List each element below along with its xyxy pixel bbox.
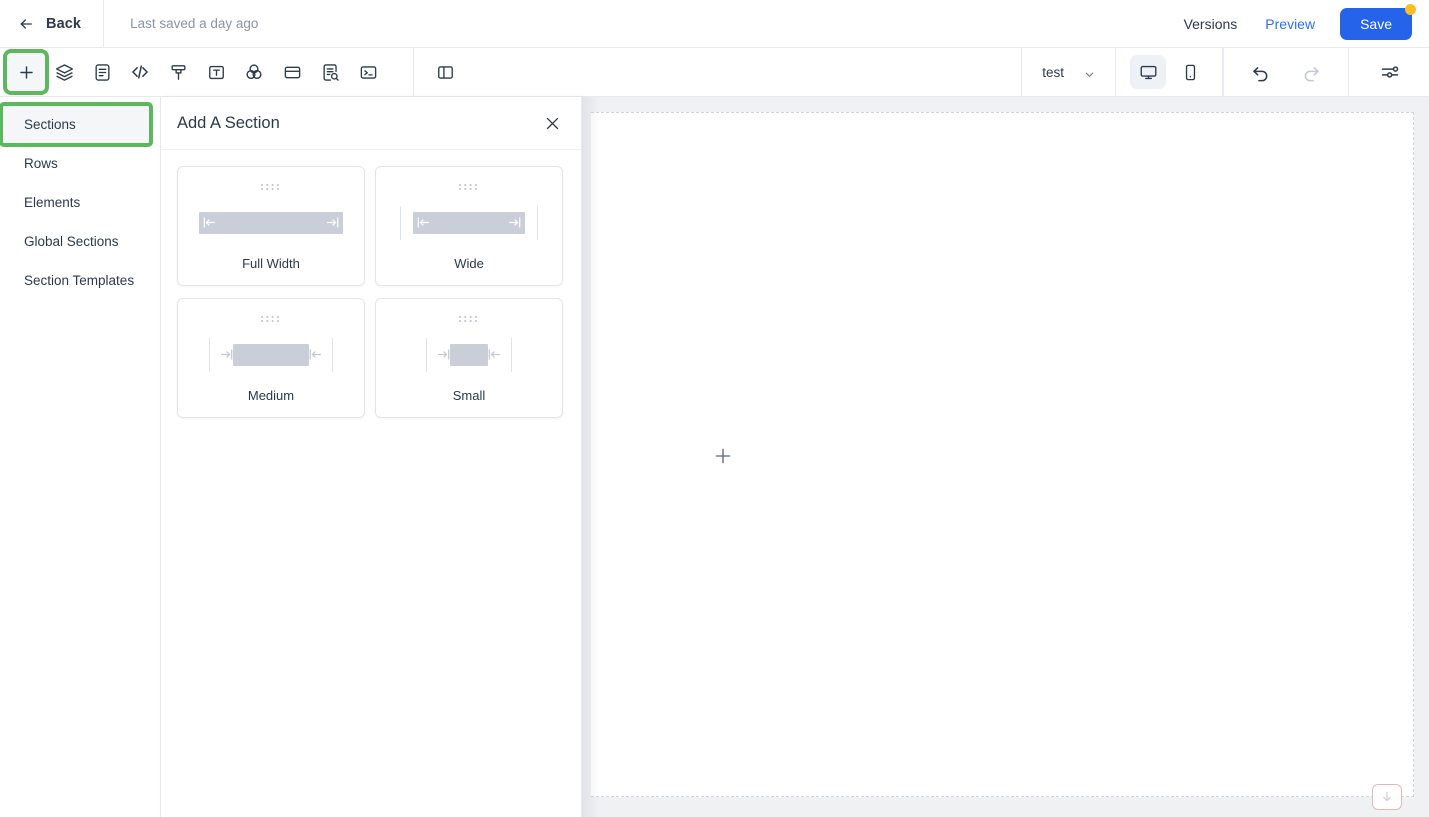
width-bar (199, 211, 343, 234)
section-preview-small (376, 321, 562, 388)
settings-group (1349, 53, 1429, 91)
guide-rail-right (511, 337, 512, 372)
canvas-area (582, 97, 1429, 817)
guide-rail-left (209, 337, 210, 372)
toolbar-divider-1 (413, 47, 414, 97)
desktop-view-icon[interactable] (1130, 55, 1166, 89)
drag-handle-icon[interactable] (260, 179, 282, 191)
width-bar (413, 211, 525, 234)
arrow-left-icon (18, 16, 34, 32)
chevron-down-icon (1084, 67, 1095, 78)
layers-icon[interactable] (45, 53, 83, 91)
width-bar (450, 343, 488, 366)
preview-button[interactable]: Preview (1251, 16, 1329, 32)
section-card-medium[interactable]: Medium (177, 298, 365, 418)
back-label: Back (46, 15, 82, 32)
panel-header: Add A Section (161, 97, 581, 150)
app-header: Back Last saved a day ago Versions Previ… (0, 0, 1429, 48)
code-icon[interactable] (121, 53, 159, 91)
sidebar-item-label: Global Sections (24, 234, 119, 249)
color-blend-icon[interactable] (235, 53, 273, 91)
section-type-grid: Full Width Wide Medium Small (161, 150, 581, 434)
card-layout-icon[interactable] (273, 53, 311, 91)
section-card-wide[interactable]: Wide (375, 166, 563, 286)
sidebar-item-label: Sections (24, 117, 76, 132)
section-card-label: Small (452, 388, 486, 403)
sidebar-item-elements[interactable]: Elements (0, 183, 160, 222)
section-preview-wide (376, 189, 562, 256)
page-search-icon[interactable] (311, 53, 349, 91)
history-controls (1224, 53, 1348, 91)
split-panel-icon[interactable] (426, 53, 464, 91)
sidebar-item-label: Elements (24, 195, 81, 210)
guide-rail-left (400, 205, 401, 240)
page-canvas[interactable] (591, 112, 1414, 797)
section-card-small[interactable]: Small (375, 298, 563, 418)
back-button[interactable]: Back (0, 0, 105, 48)
section-card-label: Full Width (242, 256, 300, 271)
settings-sliders-icon[interactable] (1371, 53, 1409, 91)
save-button[interactable]: Save (1340, 7, 1412, 40)
document-selector[interactable]: test (1022, 48, 1115, 97)
versions-button[interactable]: Versions (1170, 16, 1252, 32)
drag-handle-icon[interactable] (260, 311, 282, 323)
sidebar-item-global-sections[interactable]: Global Sections (0, 222, 160, 261)
device-preview-toggle (1116, 55, 1222, 89)
move-down-handle[interactable] (1372, 784, 1402, 810)
close-icon[interactable] (539, 110, 565, 136)
mobile-view-icon[interactable] (1172, 55, 1208, 89)
toolbar-right-actions (1223, 47, 1429, 97)
undo-icon[interactable] (1242, 53, 1280, 91)
sidebar-item-rows[interactable]: Rows (0, 144, 160, 183)
section-preview-full-width (178, 189, 364, 256)
sidebar-item-label: Rows (24, 156, 58, 171)
guide-rail-right (332, 337, 333, 372)
save-button-wrap: Save (1340, 3, 1416, 40)
left-sidebar: Sections Rows Elements Global Sections S… (0, 97, 161, 817)
text-box-icon[interactable] (197, 53, 235, 91)
page-builder-app: Back Last saved a day ago Versions Previ… (0, 0, 1429, 817)
redo-icon[interactable] (1292, 53, 1330, 91)
terminal-icon[interactable] (349, 53, 387, 91)
section-card-label: Medium (247, 388, 295, 403)
sidebar-item-label: Section Templates (24, 273, 135, 288)
section-card-full-width[interactable]: Full Width (177, 166, 365, 286)
document-name: test (1042, 64, 1064, 80)
section-preview-medium (178, 321, 364, 388)
sidebar-item-section-templates[interactable]: Section Templates (0, 261, 160, 300)
brush-icon[interactable] (159, 53, 197, 91)
last-saved-status: Last saved a day ago (130, 16, 259, 31)
add-icon[interactable] (3, 49, 49, 95)
drag-handle-icon[interactable] (458, 311, 480, 323)
header-actions: Versions Preview Save (1170, 3, 1429, 40)
guide-rail-left (426, 337, 427, 372)
add-section-placeholder-icon[interactable] (713, 446, 733, 466)
arrow-right-to-line-icon (220, 348, 233, 361)
unsaved-changes-badge (1405, 3, 1416, 15)
editor-toolbar: test (0, 47, 1429, 97)
add-section-panel: Add A Section Full Width Wide Medium Sma… (161, 97, 582, 817)
arrow-right-to-line-icon (437, 348, 450, 361)
arrow-left-to-line-icon (309, 348, 322, 361)
drag-handle-icon[interactable] (458, 179, 480, 191)
page-content-icon[interactable] (83, 53, 121, 91)
sidebar-item-sections[interactable]: Sections (0, 102, 153, 147)
panel-title: Add A Section (177, 113, 280, 132)
width-bar (233, 343, 309, 366)
section-card-label: Wide (454, 256, 484, 271)
guide-rail-right (537, 205, 538, 240)
arrow-left-to-line-icon (488, 348, 501, 361)
